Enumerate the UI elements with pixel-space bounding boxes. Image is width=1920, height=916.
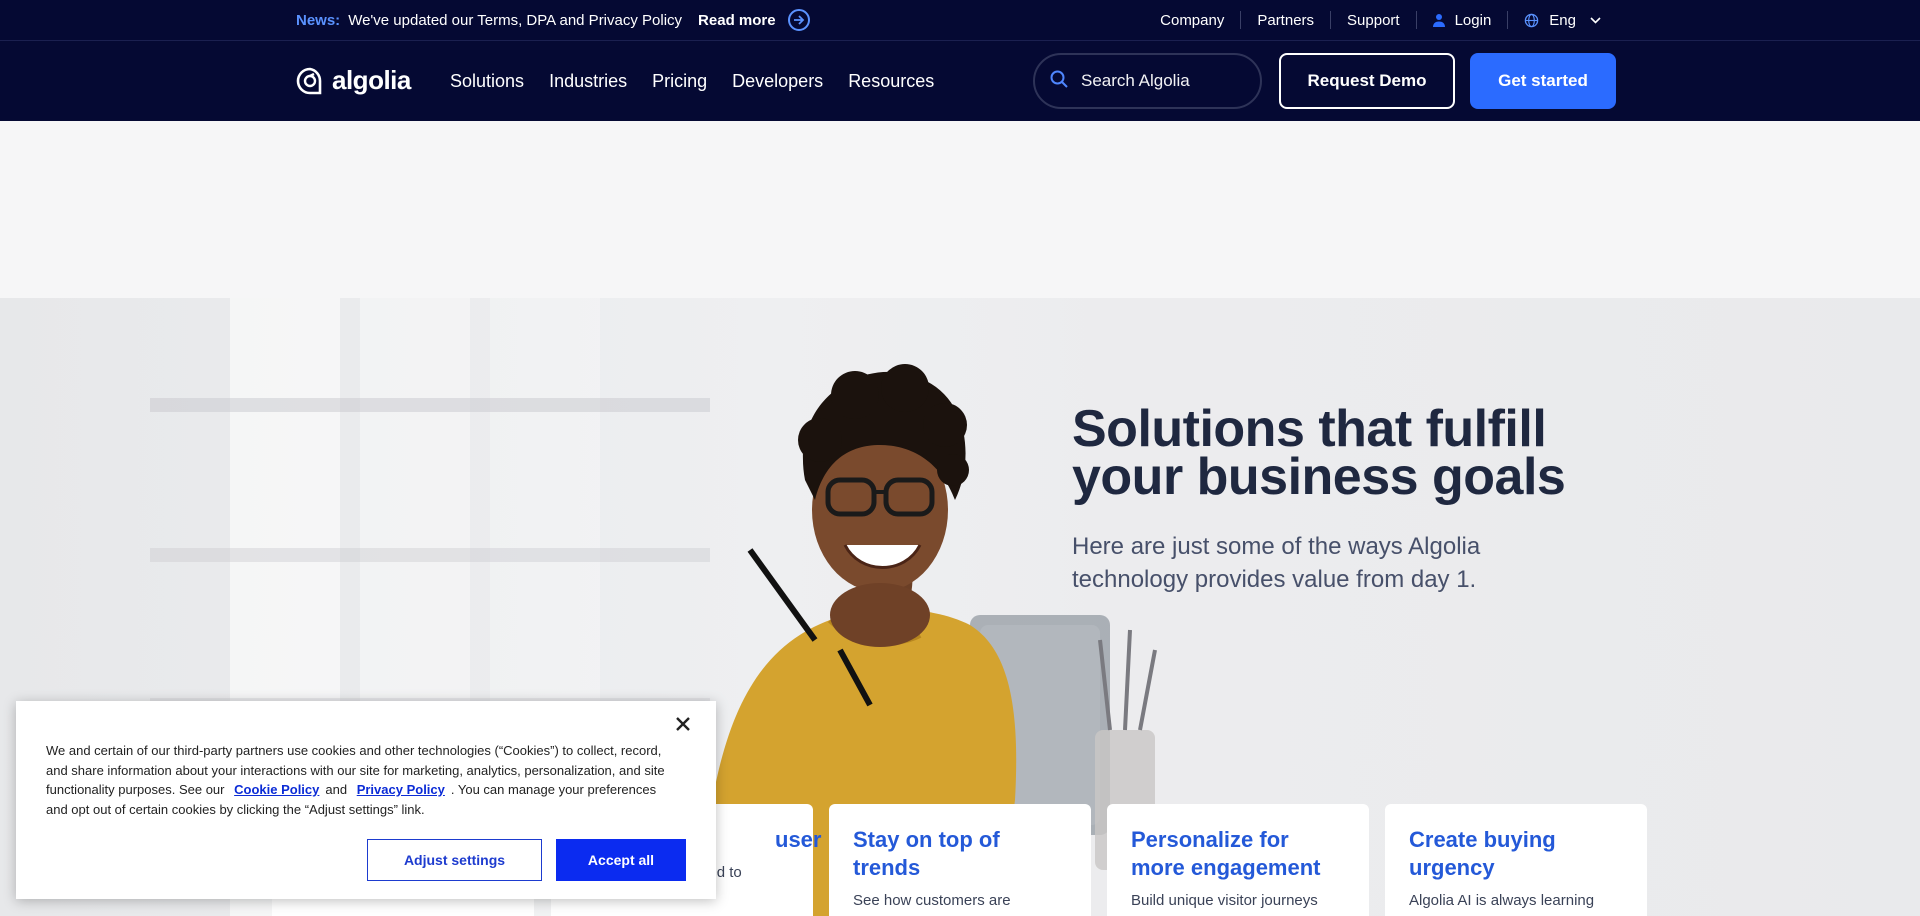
- blank-banner-area: [0, 121, 1920, 298]
- read-more-link[interactable]: Read more: [698, 9, 810, 31]
- accept-all-button[interactable]: Accept all: [556, 839, 686, 881]
- news-announcement: News: We've updated our Terms, DPA and P…: [296, 0, 810, 40]
- request-demo-button[interactable]: Request Demo: [1279, 53, 1455, 109]
- close-icon[interactable]: [672, 713, 694, 735]
- nav-solutions[interactable]: Solutions: [450, 71, 524, 92]
- logo-wordmark: algolia: [332, 65, 411, 95]
- card-description: Algolia AI is always learning: [1409, 892, 1595, 909]
- card-description: Build unique visitor journeys: [1131, 892, 1318, 909]
- card-description: See how customers are: [853, 892, 1011, 909]
- algolia-logo-icon: [296, 67, 322, 94]
- get-started-button[interactable]: Get started: [1470, 53, 1616, 109]
- company-link[interactable]: Company: [1144, 11, 1240, 29]
- nav-industries[interactable]: Industries: [549, 71, 627, 92]
- feature-card[interactable]: Stay on top of trends See how customers …: [829, 804, 1091, 916]
- search-input[interactable]: Search Algolia: [1033, 53, 1262, 109]
- search-placeholder: Search Algolia: [1081, 71, 1190, 90]
- partners-link[interactable]: Partners: [1240, 11, 1330, 29]
- support-link[interactable]: Support: [1330, 11, 1416, 29]
- main-navigation: algolia Solutions Industries Pricing Dev…: [0, 40, 1920, 121]
- nav-developers[interactable]: Developers: [732, 71, 823, 92]
- news-bar: News: We've updated our Terms, DPA and P…: [0, 0, 1920, 40]
- login-link[interactable]: Login: [1415, 11, 1508, 29]
- globe-icon: [1524, 13, 1539, 28]
- card-title: Personalize for more engagement: [1131, 827, 1321, 880]
- utility-links: Company Partners Support Login Eng: [1144, 0, 1617, 40]
- language-label: Eng: [1549, 11, 1576, 29]
- cookie-text: We and certain of our third-party partne…: [46, 741, 681, 819]
- cookie-policy-link[interactable]: Cookie Policy: [234, 782, 319, 797]
- cookie-and: and: [325, 782, 348, 797]
- read-more-label: Read more: [698, 11, 776, 29]
- adjust-settings-button[interactable]: Adjust settings: [367, 839, 542, 881]
- privacy-policy-link[interactable]: Privacy Policy: [357, 782, 445, 797]
- hero-subtitle: Here are just some of the ways Algolia t…: [1072, 533, 1481, 593]
- algolia-logo[interactable]: algolia: [296, 65, 411, 96]
- chevron-down-icon: [1590, 16, 1601, 24]
- news-tag: News:: [296, 11, 341, 29]
- feature-card[interactable]: Create buying urgency Algolia AI is alwa…: [1385, 804, 1647, 916]
- nav-pricing[interactable]: Pricing: [652, 71, 707, 92]
- hero-title-line-1: Solutions that fulfill: [1072, 400, 1547, 458]
- arrow-right-icon: [787, 9, 810, 31]
- user-icon: [1432, 13, 1445, 27]
- login-label: Login: [1454, 11, 1492, 29]
- card-title: Create buying urgency: [1409, 827, 1556, 880]
- feature-card[interactable]: Personalize for more engagement Build un…: [1107, 804, 1369, 916]
- hero-title-line-2: your business goals: [1072, 448, 1566, 506]
- search-icon: [1049, 69, 1069, 94]
- primary-nav-links: Solutions Industries Pricing Developers …: [450, 41, 959, 121]
- news-text: We've updated our Terms, DPA and Privacy…: [348, 11, 683, 29]
- nav-resources[interactable]: Resources: [848, 71, 934, 92]
- cookie-consent-dialog: We and certain of our third-party partne…: [16, 701, 716, 899]
- language-selector[interactable]: Eng: [1507, 11, 1617, 29]
- hero-title: Solutions that fulfill your business goa…: [1072, 400, 1632, 506]
- card-title: Stay on top of trends: [853, 827, 1000, 880]
